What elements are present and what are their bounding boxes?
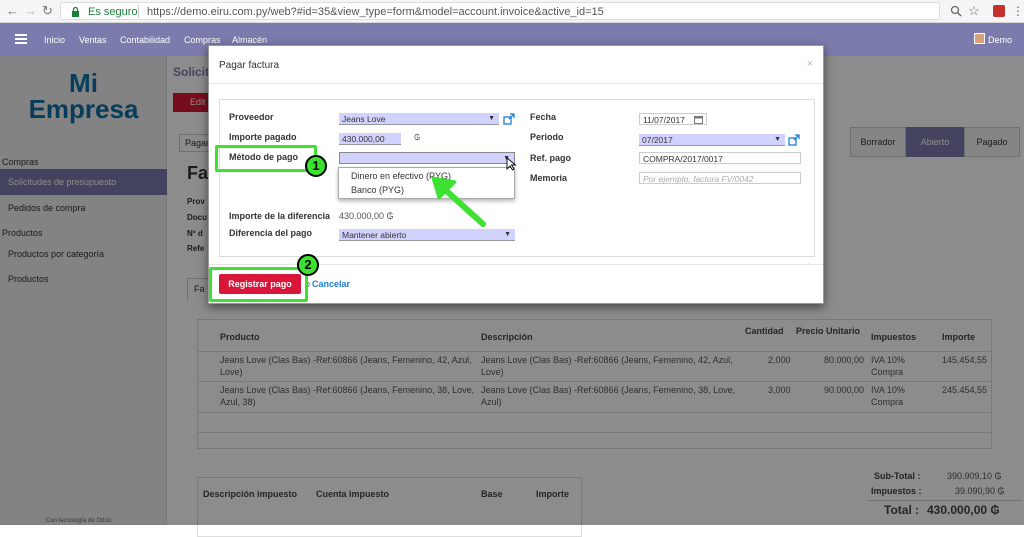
lock-icon	[72, 6, 79, 17]
secure-label: Es seguro	[88, 6, 138, 18]
currency-symbol: ₲	[414, 133, 421, 142]
close-icon[interactable]: ×	[807, 58, 813, 70]
menu-icon[interactable]: ⋮	[1012, 3, 1024, 19]
nav-compras[interactable]: Compras	[184, 35, 221, 45]
forward-icon[interactable]: →	[24, 3, 37, 19]
label-proveedor: Proveedor	[229, 112, 274, 122]
proveedor-select[interactable]: Jeans Love ▼	[339, 113, 499, 125]
periodo-value: 07/2017	[642, 135, 673, 145]
external-link-icon[interactable]	[788, 134, 800, 146]
step-badge-2: 2	[297, 254, 319, 276]
label-memoria: Memoria	[530, 173, 568, 183]
hamburger-icon[interactable]	[15, 34, 27, 44]
arrow-icon	[431, 176, 486, 227]
fecha-value: 11/07/2017	[643, 115, 685, 125]
label-diferencia-pago: Diferencia del pago	[229, 228, 313, 238]
ref-pago-input[interactable]: COMPRA/2017/0017	[639, 152, 801, 164]
url-separator	[138, 5, 139, 18]
fecha-input[interactable]: 11/07/2017	[639, 113, 707, 125]
star-icon[interactable]: ☆	[968, 3, 980, 19]
highlight-registrar-pago	[209, 267, 308, 302]
periodo-select[interactable]: 07/2017 ▼	[639, 134, 785, 146]
nav-contabilidad[interactable]: Contabilidad	[120, 35, 170, 45]
address-bar[interactable]: Es seguro https://demo.eiru.com.py/web?#…	[60, 2, 940, 20]
browser-toolbar: ← → ↻ Es seguro https://demo.eiru.com.py…	[0, 0, 1024, 23]
importe-pagado-input[interactable]: 430.000,00	[339, 133, 401, 145]
option-banco[interactable]: Banco (PYG)	[351, 185, 404, 195]
url-text[interactable]: https://demo.eiru.com.py/web?#id=35&view…	[147, 5, 604, 19]
step-badge-1: 1	[305, 155, 327, 177]
dialog-title: Pagar factura	[219, 60, 280, 71]
caret-down-icon: ▼	[774, 136, 781, 143]
diferencia-pago-value: Mantener abierto	[342, 230, 407, 240]
mouse-cursor-icon	[506, 157, 517, 171]
proveedor-value: Jeans Love	[342, 114, 386, 124]
cancel-link[interactable]: Cancelar	[312, 279, 350, 289]
user-name[interactable]: Demo	[988, 35, 1012, 45]
nav-inicio[interactable]: Inicio	[44, 35, 65, 45]
label-fecha: Fecha	[530, 112, 557, 122]
extension-icon[interactable]	[993, 5, 1005, 17]
calendar-icon[interactable]	[694, 115, 703, 124]
reload-icon[interactable]: ↻	[42, 3, 53, 19]
label-periodo: Periodo	[530, 132, 564, 142]
zoom-icon[interactable]	[950, 5, 962, 17]
memoria-input[interactable]: Por ejemplo, factura FV/0042	[639, 172, 801, 184]
caret-down-icon: ▼	[488, 115, 495, 122]
label-ref-pago: Ref. pago	[530, 153, 572, 163]
metodo-pago-select[interactable]: ▼	[339, 152, 515, 164]
nav-almacen[interactable]: Almacén	[232, 35, 267, 45]
highlight-metodo-pago	[215, 145, 317, 172]
nav-ventas[interactable]: Ventas	[79, 35, 107, 45]
caret-down-icon: ▼	[504, 231, 511, 238]
label-importe-pagado: Importe pagado	[229, 132, 297, 142]
label-importe-diferencia: Importe de la diferencia	[229, 211, 331, 221]
dialog-header: Pagar factura ×	[209, 46, 823, 84]
avatar[interactable]	[974, 33, 985, 44]
importe-diferencia-value: 430.000,00 ₲	[339, 211, 394, 221]
external-link-icon[interactable]	[503, 113, 515, 125]
back-icon[interactable]: ←	[6, 3, 19, 19]
